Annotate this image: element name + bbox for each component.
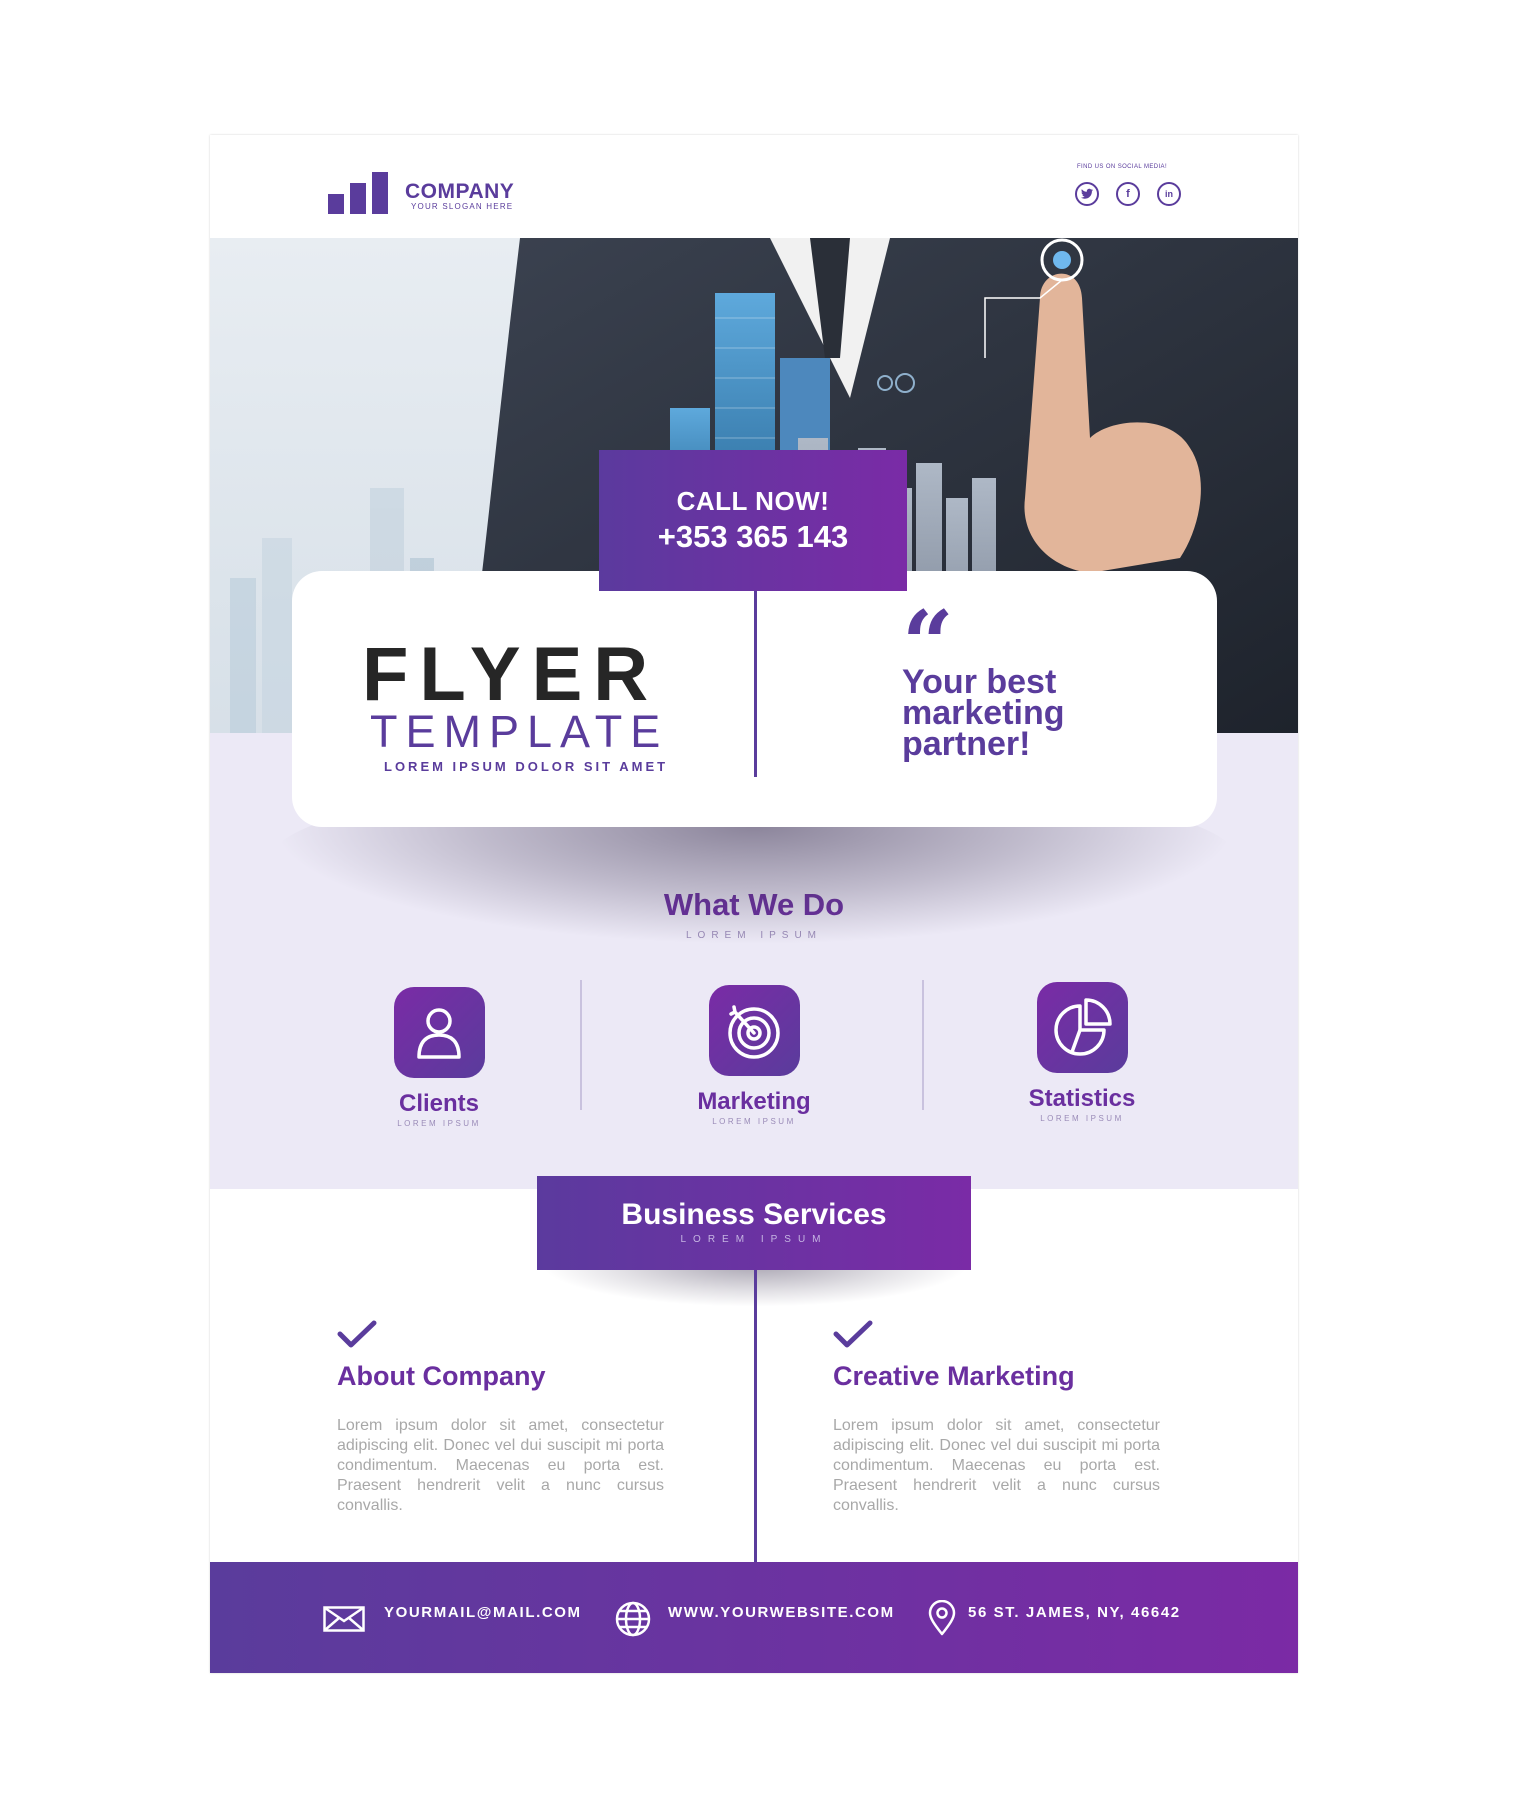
- user-icon: [393, 987, 485, 1078]
- column-text: Lorem ipsum dolor sit amet, consectetur …: [337, 1417, 664, 1514]
- facebook-glyph: f: [1126, 188, 1130, 200]
- service-divider: [922, 980, 924, 1110]
- call-label: CALL NOW!: [676, 486, 830, 516]
- linkedin-glyph: in: [1165, 189, 1173, 199]
- facebook-icon[interactable]: f: [1116, 182, 1140, 206]
- contact-footer: YOURMAIL@MAIL.COM WWW.YOURWEBSITE.COM 56…: [210, 1562, 1298, 1673]
- service-sublabel: LOREM IPSUM: [712, 1117, 796, 1126]
- footer-address: 56 ST. JAMES, NY, 46642: [968, 1604, 1181, 1621]
- business-services-divider: [754, 1270, 757, 1562]
- card-divider: [754, 591, 757, 777]
- company-name: COMPANY: [405, 180, 515, 203]
- quote-text: Your best marketing partner!: [902, 663, 1065, 763]
- service-sublabel: LOREM IPSUM: [397, 1119, 481, 1128]
- pie-chart-icon: [1036, 982, 1128, 1073]
- footer-website[interactable]: WWW.YOURWEBSITE.COM: [668, 1604, 895, 1621]
- mail-icon: [323, 1606, 365, 1632]
- service-label: Marketing: [697, 1088, 811, 1115]
- target-icon: [708, 985, 800, 1076]
- call-now-box[interactable]: CALL NOW! +353 365 143: [599, 450, 907, 591]
- footer-email[interactable]: YOURMAIL@MAIL.COM: [384, 1604, 582, 1621]
- business-services-banner[interactable]: Business Services LOREM IPSUM: [537, 1176, 971, 1270]
- headline-card: FLYER TEMPLATE LOREM IPSUM DOLOR SIT AME…: [292, 571, 1217, 827]
- service-marketing[interactable]: Marketing LOREM IPSUM: [624, 985, 884, 1126]
- service-sublabel: LOREM IPSUM: [1040, 1114, 1124, 1123]
- company-logo[interactable]: COMPANY YOUR SLOGAN HERE: [328, 168, 548, 218]
- service-label: Clients: [398, 1090, 479, 1117]
- column-title: About Company: [337, 1361, 546, 1391]
- phone-number[interactable]: +353 365 143: [599, 519, 907, 555]
- flyer-title: FLYER: [362, 632, 660, 717]
- checkmark-icon: [833, 1320, 873, 1348]
- flyer: COMPANY YOUR SLOGAN HERE FIND US ON SOCI…: [210, 135, 1298, 1673]
- flyer-subtitle: TEMPLATE: [370, 706, 669, 757]
- column-text: Lorem ipsum dolor sit amet, consectetur …: [833, 1417, 1160, 1514]
- flyer-tagline: LOREM IPSUM DOLOR SIT AMET: [384, 759, 669, 774]
- service-statistics[interactable]: Statistics LOREM IPSUM: [952, 982, 1212, 1123]
- company-slogan: YOUR SLOGAN HERE: [411, 202, 514, 211]
- service-divider: [580, 980, 582, 1110]
- globe-icon: [615, 1601, 651, 1637]
- service-label: Statistics: [1028, 1085, 1136, 1112]
- social-label: FIND US ON SOCIAL MEDIA!: [1076, 164, 1168, 170]
- logo-bar-icon: [372, 172, 388, 214]
- linkedin-icon[interactable]: in: [1157, 182, 1181, 206]
- checkmark-icon: [337, 1320, 377, 1348]
- logo-bar-icon: [350, 183, 366, 214]
- location-pin-icon: [928, 1600, 956, 1636]
- column-title: Creative Marketing: [833, 1361, 1075, 1391]
- business-services-subtitle: LOREM IPSUM: [680, 1234, 828, 1245]
- twitter-icon[interactable]: [1075, 182, 1099, 206]
- service-clients[interactable]: Clients LOREM IPSUM: [309, 987, 569, 1128]
- logo-bar-icon: [328, 194, 344, 214]
- business-services-title: Business Services: [621, 1198, 887, 1231]
